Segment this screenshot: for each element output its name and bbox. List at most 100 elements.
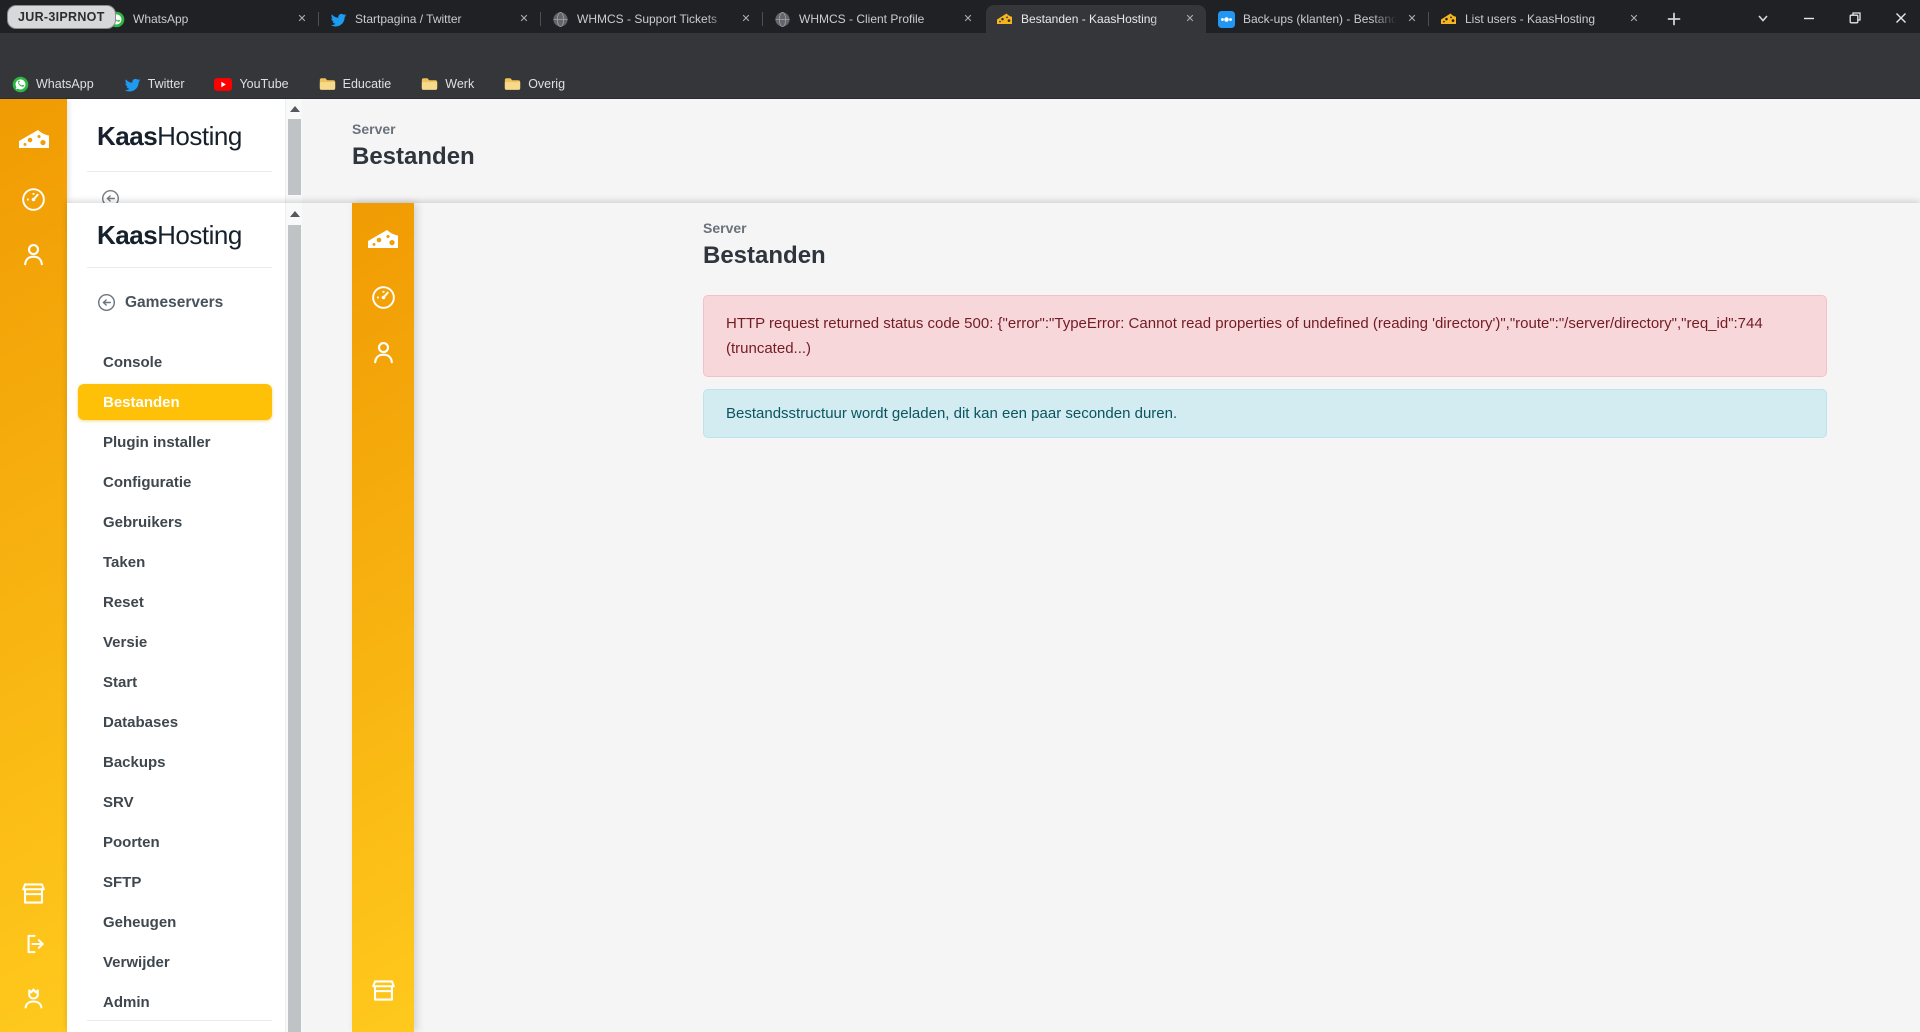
tab-favicon-twitter-icon	[330, 11, 347, 28]
sidebar-item-label: Taken	[103, 554, 145, 571]
brand-light: Hosting	[157, 220, 242, 250]
sidebar-item-databases[interactable]: Databases	[67, 702, 285, 742]
error-alert: HTTP request returned status code 500: {…	[703, 295, 1827, 377]
page-title: Bestanden	[703, 242, 826, 270]
tab-search-chevron-icon[interactable]	[1750, 8, 1776, 28]
tab-close-icon[interactable]: ✕	[1182, 11, 1198, 27]
back-to-gameservers-link[interactable]: Gameservers	[97, 293, 223, 312]
browser-tab[interactable]: WHMCS - Client Profile ✕	[764, 5, 984, 33]
sidebar-item-taken[interactable]: Taken	[67, 542, 285, 582]
sidebar-item-srv[interactable]: SRV	[67, 782, 285, 822]
nested-icon-rail	[352, 203, 414, 1032]
header-eyebrow: Server	[703, 220, 826, 236]
tab-title: Bestanden - KaasHosting	[1021, 12, 1178, 26]
bookmark-item[interactable]: Overig	[504, 77, 565, 91]
sidebar-item-configuratie[interactable]: Configuratie	[67, 462, 285, 502]
new-tab-button[interactable]	[1662, 7, 1686, 31]
scroll-up-icon[interactable]	[290, 211, 300, 217]
sidebar-item-label: Backups	[103, 754, 166, 771]
logout-icon	[21, 931, 47, 957]
bookmark-item[interactable]: Werk	[421, 77, 474, 91]
cheese-icon	[366, 227, 400, 253]
scrollbar-thumb[interactable]	[288, 225, 301, 1032]
browser-tab[interactable]: List users - KaasHosting ✕	[1430, 5, 1650, 33]
tab-title: WHMCS - Client Profile	[799, 12, 956, 26]
tab-close-icon[interactable]: ✕	[1626, 11, 1642, 27]
bookmark-twitter-icon	[124, 76, 141, 93]
sidebar-item-gebruikers[interactable]: Gebruikers	[67, 502, 285, 542]
tab-close-icon[interactable]: ✕	[738, 11, 754, 27]
sidebar-item-versie[interactable]: Versie	[67, 622, 285, 662]
bookmark-youtube-icon	[214, 78, 232, 91]
sidebar-item-plugin-installer[interactable]: Plugin installer	[67, 422, 285, 462]
restore-button[interactable]	[1842, 8, 1868, 28]
bookmark-label: Werk	[445, 77, 474, 91]
rail-account-button[interactable]	[352, 339, 414, 366]
bookmark-item[interactable]: Twitter	[124, 76, 185, 93]
close-window-button[interactable]	[1888, 8, 1914, 28]
browser-tab[interactable]: WHMCS - Support Tickets ✕	[542, 5, 762, 33]
sidebar-item-sftp[interactable]: SFTP	[67, 862, 285, 902]
tab-title: List users - KaasHosting	[1465, 12, 1622, 26]
sidebar-item-admin[interactable]: Admin	[67, 982, 285, 1022]
sidebar-item-backups[interactable]: Backups	[67, 742, 285, 782]
tab-close-icon[interactable]: ✕	[294, 11, 310, 27]
sidebar-item-start[interactable]: Start	[67, 662, 285, 702]
sidebar-item-poorten[interactable]: Poorten	[67, 822, 285, 862]
sidebar-item-bestanden[interactable]: Bestanden	[67, 382, 285, 422]
rail-cheese-button[interactable]	[0, 127, 67, 153]
sidebar-item-label: Verwijder	[103, 954, 170, 971]
divider	[87, 1020, 272, 1021]
tab-close-icon[interactable]: ✕	[516, 11, 532, 27]
tab-close-icon[interactable]: ✕	[1404, 11, 1420, 27]
sidebar-item-label: Gebruikers	[103, 514, 182, 531]
browser-tab[interactable]: Startpagina / Twitter✕	[320, 5, 540, 33]
minimize-button[interactable]	[1796, 8, 1822, 28]
bookmark-folder-icon	[504, 77, 521, 91]
crown-account-icon	[20, 985, 47, 1012]
rail-cheese-button[interactable]	[352, 227, 414, 253]
rail-shop-button[interactable]	[0, 879, 67, 908]
rail-shop-button[interactable]	[352, 976, 414, 1005]
scrollbar-thumb[interactable]	[288, 119, 301, 195]
sidebar-item-label: Admin	[103, 994, 150, 1011]
rail-account-button[interactable]	[0, 241, 67, 268]
browser-tab[interactable]: Back-ups (klanten) - Bestande✕	[1208, 5, 1428, 33]
sidebar-item-label: Console	[103, 354, 162, 371]
sidebar-item-label: Reset	[103, 594, 144, 611]
dashboard-icon	[370, 284, 397, 311]
nested-scrollbar[interactable]	[285, 203, 302, 1032]
sidebar-item-label: Databases	[103, 714, 178, 731]
divider	[87, 267, 272, 268]
tab-favicon-globe-icon	[552, 11, 569, 28]
session-badge: JUR-3IPRNOT	[7, 5, 116, 29]
bookmark-label: YouTube	[239, 77, 288, 91]
bookmark-item[interactable]: Educatie	[319, 77, 392, 91]
tab-close-icon[interactable]: ✕	[960, 11, 976, 27]
outer-icon-rail	[0, 99, 67, 1032]
rail-logout-button[interactable]	[0, 931, 67, 957]
sidebar-item-geheugen[interactable]: Geheugen	[67, 902, 285, 942]
rail-crown-account-button[interactable]	[0, 985, 67, 1012]
rail-dashboard-button[interactable]	[352, 284, 414, 311]
bookmark-label: WhatsApp	[36, 77, 94, 91]
browser-tab[interactable]: WhatsApp ✕	[98, 5, 318, 33]
sidebar-item-console[interactable]: Console	[67, 342, 285, 382]
browser-tab[interactable]: Bestanden - KaasHosting ✕	[986, 5, 1206, 33]
tab-title: WhatsApp	[133, 12, 290, 26]
bookmark-item[interactable]: YouTube	[214, 77, 288, 91]
header-eyebrow: Server	[352, 121, 475, 137]
bookmark-item[interactable]: WhatsApp	[12, 76, 94, 93]
sidebar-item-reset[interactable]: Reset	[67, 582, 285, 622]
sidebar-item-label: Geheugen	[103, 914, 176, 931]
sidebar-item-label: Start	[103, 674, 137, 691]
scroll-up-icon[interactable]	[290, 106, 300, 112]
brand-logo: KaasHosting	[97, 121, 242, 152]
rail-dashboard-button[interactable]	[0, 186, 67, 213]
nested-sidebar: KaasHosting Gameservers ConsoleBestanden…	[67, 203, 285, 1032]
sidebar-item-verwijder[interactable]: Verwijder	[67, 942, 285, 982]
tab-title: WHMCS - Support Tickets	[577, 12, 734, 26]
bookmark-label: Twitter	[148, 77, 185, 91]
sidebar-item-label: Configuratie	[103, 474, 191, 491]
bookmark-label: Educatie	[343, 77, 392, 91]
